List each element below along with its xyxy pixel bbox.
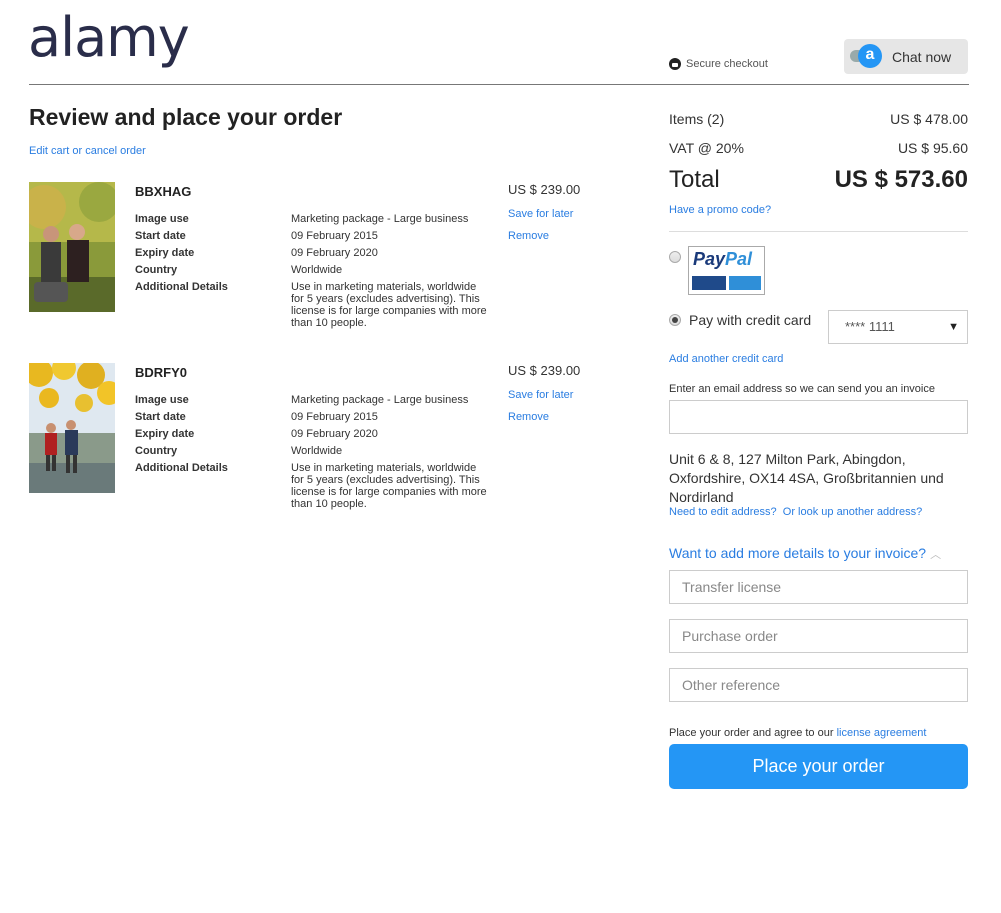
other-reference-input[interactable] [669, 668, 968, 702]
country-label: Country [135, 445, 178, 457]
address-links: Need to edit address? Or look up another… [669, 506, 922, 518]
secure-checkout: Secure checkout [669, 58, 768, 70]
vat-label: VAT @ 20% [669, 140, 744, 156]
vat-value: US $ 95.60 [897, 140, 968, 156]
items-label: Items (2) [669, 111, 725, 127]
credit-card-label[interactable]: Pay with credit card [689, 312, 811, 328]
paypal-logo[interactable]: PayPal [688, 246, 765, 295]
paypal-pay-text: Pay [693, 249, 726, 269]
expiry-date-value: 09 February 2020 [291, 428, 378, 440]
invoice-details-toggle[interactable]: Want to add more details to your invoice… [669, 545, 941, 562]
start-date-label: Start date [135, 230, 186, 242]
country-value: Worldwide [291, 264, 343, 276]
total-label: Total [669, 166, 720, 193]
item-thumbnail-couple-park[interactable] [29, 182, 115, 312]
dropdown-arrow-icon: ▼ [948, 321, 959, 333]
promo-code-link[interactable]: Have a promo code? [669, 204, 771, 216]
paypal-radio[interactable] [669, 251, 681, 263]
additional-details-label: Additional Details [135, 281, 228, 293]
chat-now-button[interactable]: a Chat now [844, 39, 968, 74]
items-value: US $ 478.00 [890, 111, 968, 127]
chevron-up-icon: ︿ [930, 549, 942, 561]
transfer-license-input[interactable] [669, 570, 968, 604]
expiry-date-value: 09 February 2020 [291, 247, 378, 259]
header-divider [29, 84, 969, 85]
image-use-label: Image use [135, 213, 189, 225]
selected-card-value: **** 1111 [845, 319, 895, 334]
remove-link[interactable]: Remove [508, 411, 549, 423]
email-label: Enter an email address so we can send yo… [669, 383, 935, 395]
paypal-card-icon [692, 276, 726, 290]
secure-checkout-label: Secure checkout [686, 58, 768, 70]
save-for-later-link[interactable]: Save for later [508, 208, 573, 220]
summary-total-row: Total US $ 573.60 [669, 166, 968, 194]
credit-card-radio[interactable] [669, 314, 681, 326]
lookup-address-link[interactable]: Or look up another address? [783, 506, 922, 518]
summary-vat-row: VAT @ 20% US $ 95.60 [669, 140, 968, 156]
country-value: Worldwide [291, 445, 343, 457]
save-for-later-link[interactable]: Save for later [508, 389, 573, 401]
item-price: US $ 239.00 [508, 182, 581, 197]
image-use-label: Image use [135, 394, 189, 406]
place-order-button[interactable]: Place your order [669, 744, 968, 789]
alamy-logo[interactable]: alamy [28, 8, 190, 68]
edit-address-link[interactable]: Need to edit address? [669, 506, 777, 518]
purchase-order-input[interactable] [669, 619, 968, 653]
chat-bubble-icon: a [850, 43, 882, 70]
start-date-label: Start date [135, 411, 186, 423]
paypal-pal-text: Pal [725, 249, 753, 269]
expiry-date-label: Expiry date [135, 247, 195, 259]
page-title: Review and place your order [29, 104, 343, 130]
start-date-value: 09 February 2015 [291, 411, 378, 423]
item-details: Image use Marketing package - Large busin… [135, 211, 491, 329]
item-code: BDRFY0 [135, 365, 188, 380]
item-price: US $ 239.00 [508, 363, 581, 378]
license-agreement-link[interactable]: license agreement [837, 727, 927, 739]
email-input[interactable] [669, 400, 968, 434]
billing-address: Unit 6 & 8, 127 Milton Park, Abingdon, O… [669, 451, 944, 505]
add-credit-card-link[interactable]: Add another credit card [669, 353, 783, 365]
lock-icon [669, 58, 681, 70]
agree-label: Place your order and agree to our [669, 727, 834, 739]
paypal-card-icon [729, 276, 761, 290]
expiry-date-label: Expiry date [135, 428, 195, 440]
country-label: Country [135, 264, 178, 276]
start-date-value: 09 February 2015 [291, 230, 378, 242]
summary-divider [669, 231, 968, 232]
remove-link[interactable]: Remove [508, 230, 549, 242]
card-select[interactable]: **** 1111 ▼ [828, 310, 968, 344]
item-details: Image use Marketing package - Large busin… [135, 392, 491, 510]
chat-now-label: Chat now [892, 48, 952, 65]
image-use-value: Marketing package - Large business [291, 394, 469, 406]
image-use-value: Marketing package - Large business [291, 213, 469, 225]
invoice-details-label: Want to add more details to your invoice… [669, 545, 927, 561]
item-thumbnail-autumn-walk[interactable] [29, 363, 115, 493]
summary-items-row: Items (2) US $ 478.00 [669, 111, 968, 127]
additional-details-label: Additional Details [135, 462, 228, 474]
additional-details-value: Use in marketing materials, worldwide fo… [291, 462, 487, 510]
item-code: BBXHAG [135, 184, 192, 199]
edit-cart-link[interactable]: Edit cart or cancel order [29, 145, 146, 157]
agree-text: Place your order and agree to our licens… [669, 727, 926, 739]
total-value: US $ 573.60 [834, 166, 968, 193]
additional-details-value: Use in marketing materials, worldwide fo… [291, 281, 487, 329]
